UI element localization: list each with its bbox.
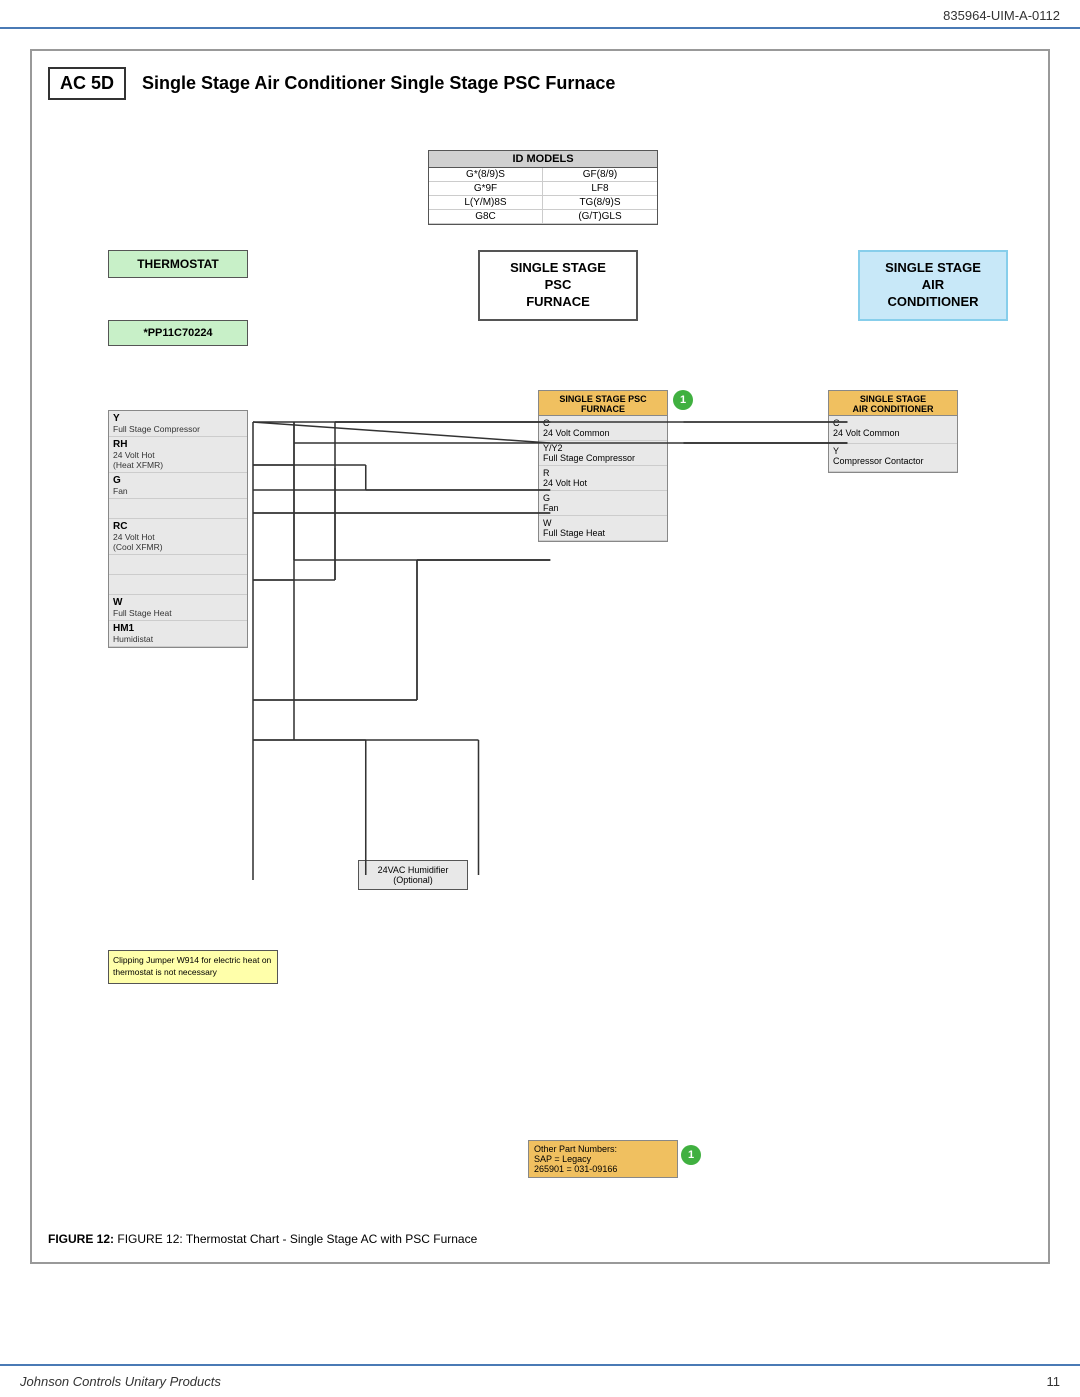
- diagram-code: AC 5D: [48, 67, 126, 100]
- psc-furnace-label: SINGLE STAGEPSCFURNACE: [484, 260, 632, 311]
- psc-terminal-g: G Fan: [539, 491, 667, 516]
- id-model-cell: G*9F: [429, 182, 543, 196]
- terminal-empty1: [109, 499, 247, 519]
- connector-psc: SINGLE STAGE PSCFURNACE: [538, 390, 668, 418]
- terminal-empty2: [109, 555, 247, 575]
- ac-label: SINGLE STAGEAIRCONDITIONER: [864, 260, 1002, 311]
- page-footer: Johnson Controls Unitary Products 11: [0, 1364, 1080, 1397]
- psc-terminal-r: R 24 Volt Hot: [539, 466, 667, 491]
- part-sap: SAP = Legacy: [534, 1154, 672, 1164]
- connector-ac: SINGLE STAGEAIR CONDITIONER: [828, 390, 958, 418]
- main-content: AC 5D Single Stage Air Conditioner Singl…: [0, 29, 1080, 1284]
- figure-text: FIGURE 12: Thermostat Chart - Single Sta…: [117, 1232, 477, 1246]
- ac-terminal-c: C 24 Volt Common: [829, 416, 957, 444]
- id-model-cell: GF(8/9): [543, 168, 657, 182]
- doc-number: 835964-UIM-A-0112: [943, 8, 1060, 23]
- part-numbers-box: Other Part Numbers: SAP = Legacy 265901 …: [528, 1140, 678, 1178]
- ac-terminals: C 24 Volt Common Y Compressor Contactor: [828, 415, 958, 473]
- ac-terminal-y: Y Compressor Contactor: [829, 444, 957, 472]
- id-models-table: G*(8/9)S GF(8/9) G*9F LF8 L(Y/M)8S TG(8/…: [429, 168, 657, 224]
- thermostat-label: THERMOSTAT: [113, 257, 243, 271]
- badge-psc: 1: [673, 390, 693, 410]
- diagram-title: AC 5D Single Stage Air Conditioner Singl…: [48, 67, 1032, 100]
- footer-company: Johnson Controls Unitary Products: [20, 1374, 221, 1389]
- id-models-box: ID MODELS G*(8/9)S GF(8/9) G*9F LF8 L(Y/…: [428, 150, 658, 225]
- id-model-cell: (G/T)GLS: [543, 210, 657, 224]
- diagram-title-text: Single Stage Air Conditioner Single Stag…: [142, 73, 615, 94]
- part-numbers-label: Other Part Numbers:: [534, 1144, 672, 1154]
- ac-box: SINGLE STAGEAIRCONDITIONER: [858, 250, 1008, 321]
- id-model-cell: L(Y/M)8S: [429, 196, 543, 210]
- note-box: Clipping Jumper W914 for electric heat o…: [108, 950, 278, 984]
- figure-label: FIGURE 12:: [48, 1232, 114, 1246]
- terminal-rh: RH 24 Volt Hot(Heat XFMR): [109, 437, 247, 473]
- psc-terminal-w: W Full Stage Heat: [539, 516, 667, 541]
- terminal-hm1: HM1 Humidistat: [109, 621, 247, 647]
- terminal-rc: RC 24 Volt Hot(Cool XFMR): [109, 519, 247, 555]
- badge-part: 1: [681, 1145, 701, 1165]
- psc-furnace-box: SINGLE STAGEPSCFURNACE: [478, 250, 638, 321]
- id-model-cell: LF8: [543, 182, 657, 196]
- psc-terminal-c: C 24 Volt Common: [539, 416, 667, 441]
- psc-terminals: C 24 Volt Common Y/Y2 Full Stage Compres…: [538, 415, 668, 542]
- terminal-g: G Fan: [109, 473, 247, 499]
- part-num: 265901 = 031-09166: [534, 1164, 672, 1174]
- id-model-cell: G*(8/9)S: [429, 168, 543, 182]
- terminal-y: Y Full Stage Compressor: [109, 411, 247, 437]
- thermostat-terminals: Y Full Stage Compressor RH 24 Volt Hot(H…: [108, 410, 248, 648]
- terminal-empty3: [109, 575, 247, 595]
- figure-caption: FIGURE 12: FIGURE 12: Thermostat Chart -…: [48, 1232, 1032, 1246]
- humidifier-box: 24VAC Humidifier(Optional): [358, 860, 468, 890]
- page-header: 835964-UIM-A-0112: [0, 0, 1080, 29]
- note-text: Clipping Jumper W914 for electric heat o…: [113, 955, 271, 977]
- footer-page: 11: [1047, 1374, 1061, 1389]
- psc-terminal-yy2: Y/Y2 Full Stage Compressor: [539, 441, 667, 466]
- thermostat-box: THERMOSTAT: [108, 250, 248, 278]
- diagram-box: AC 5D Single Stage Air Conditioner Singl…: [30, 49, 1050, 1264]
- id-model-cell: TG(8/9)S: [543, 196, 657, 210]
- thermostat-model: *PP11C70224: [108, 320, 248, 346]
- id-models-header: ID MODELS: [429, 151, 657, 168]
- id-model-cell: G8C: [429, 210, 543, 224]
- diagram-inner: ID MODELS G*(8/9)S GF(8/9) G*9F LF8 L(Y/…: [48, 120, 1032, 1220]
- terminal-w: W Full Stage Heat: [109, 595, 247, 621]
